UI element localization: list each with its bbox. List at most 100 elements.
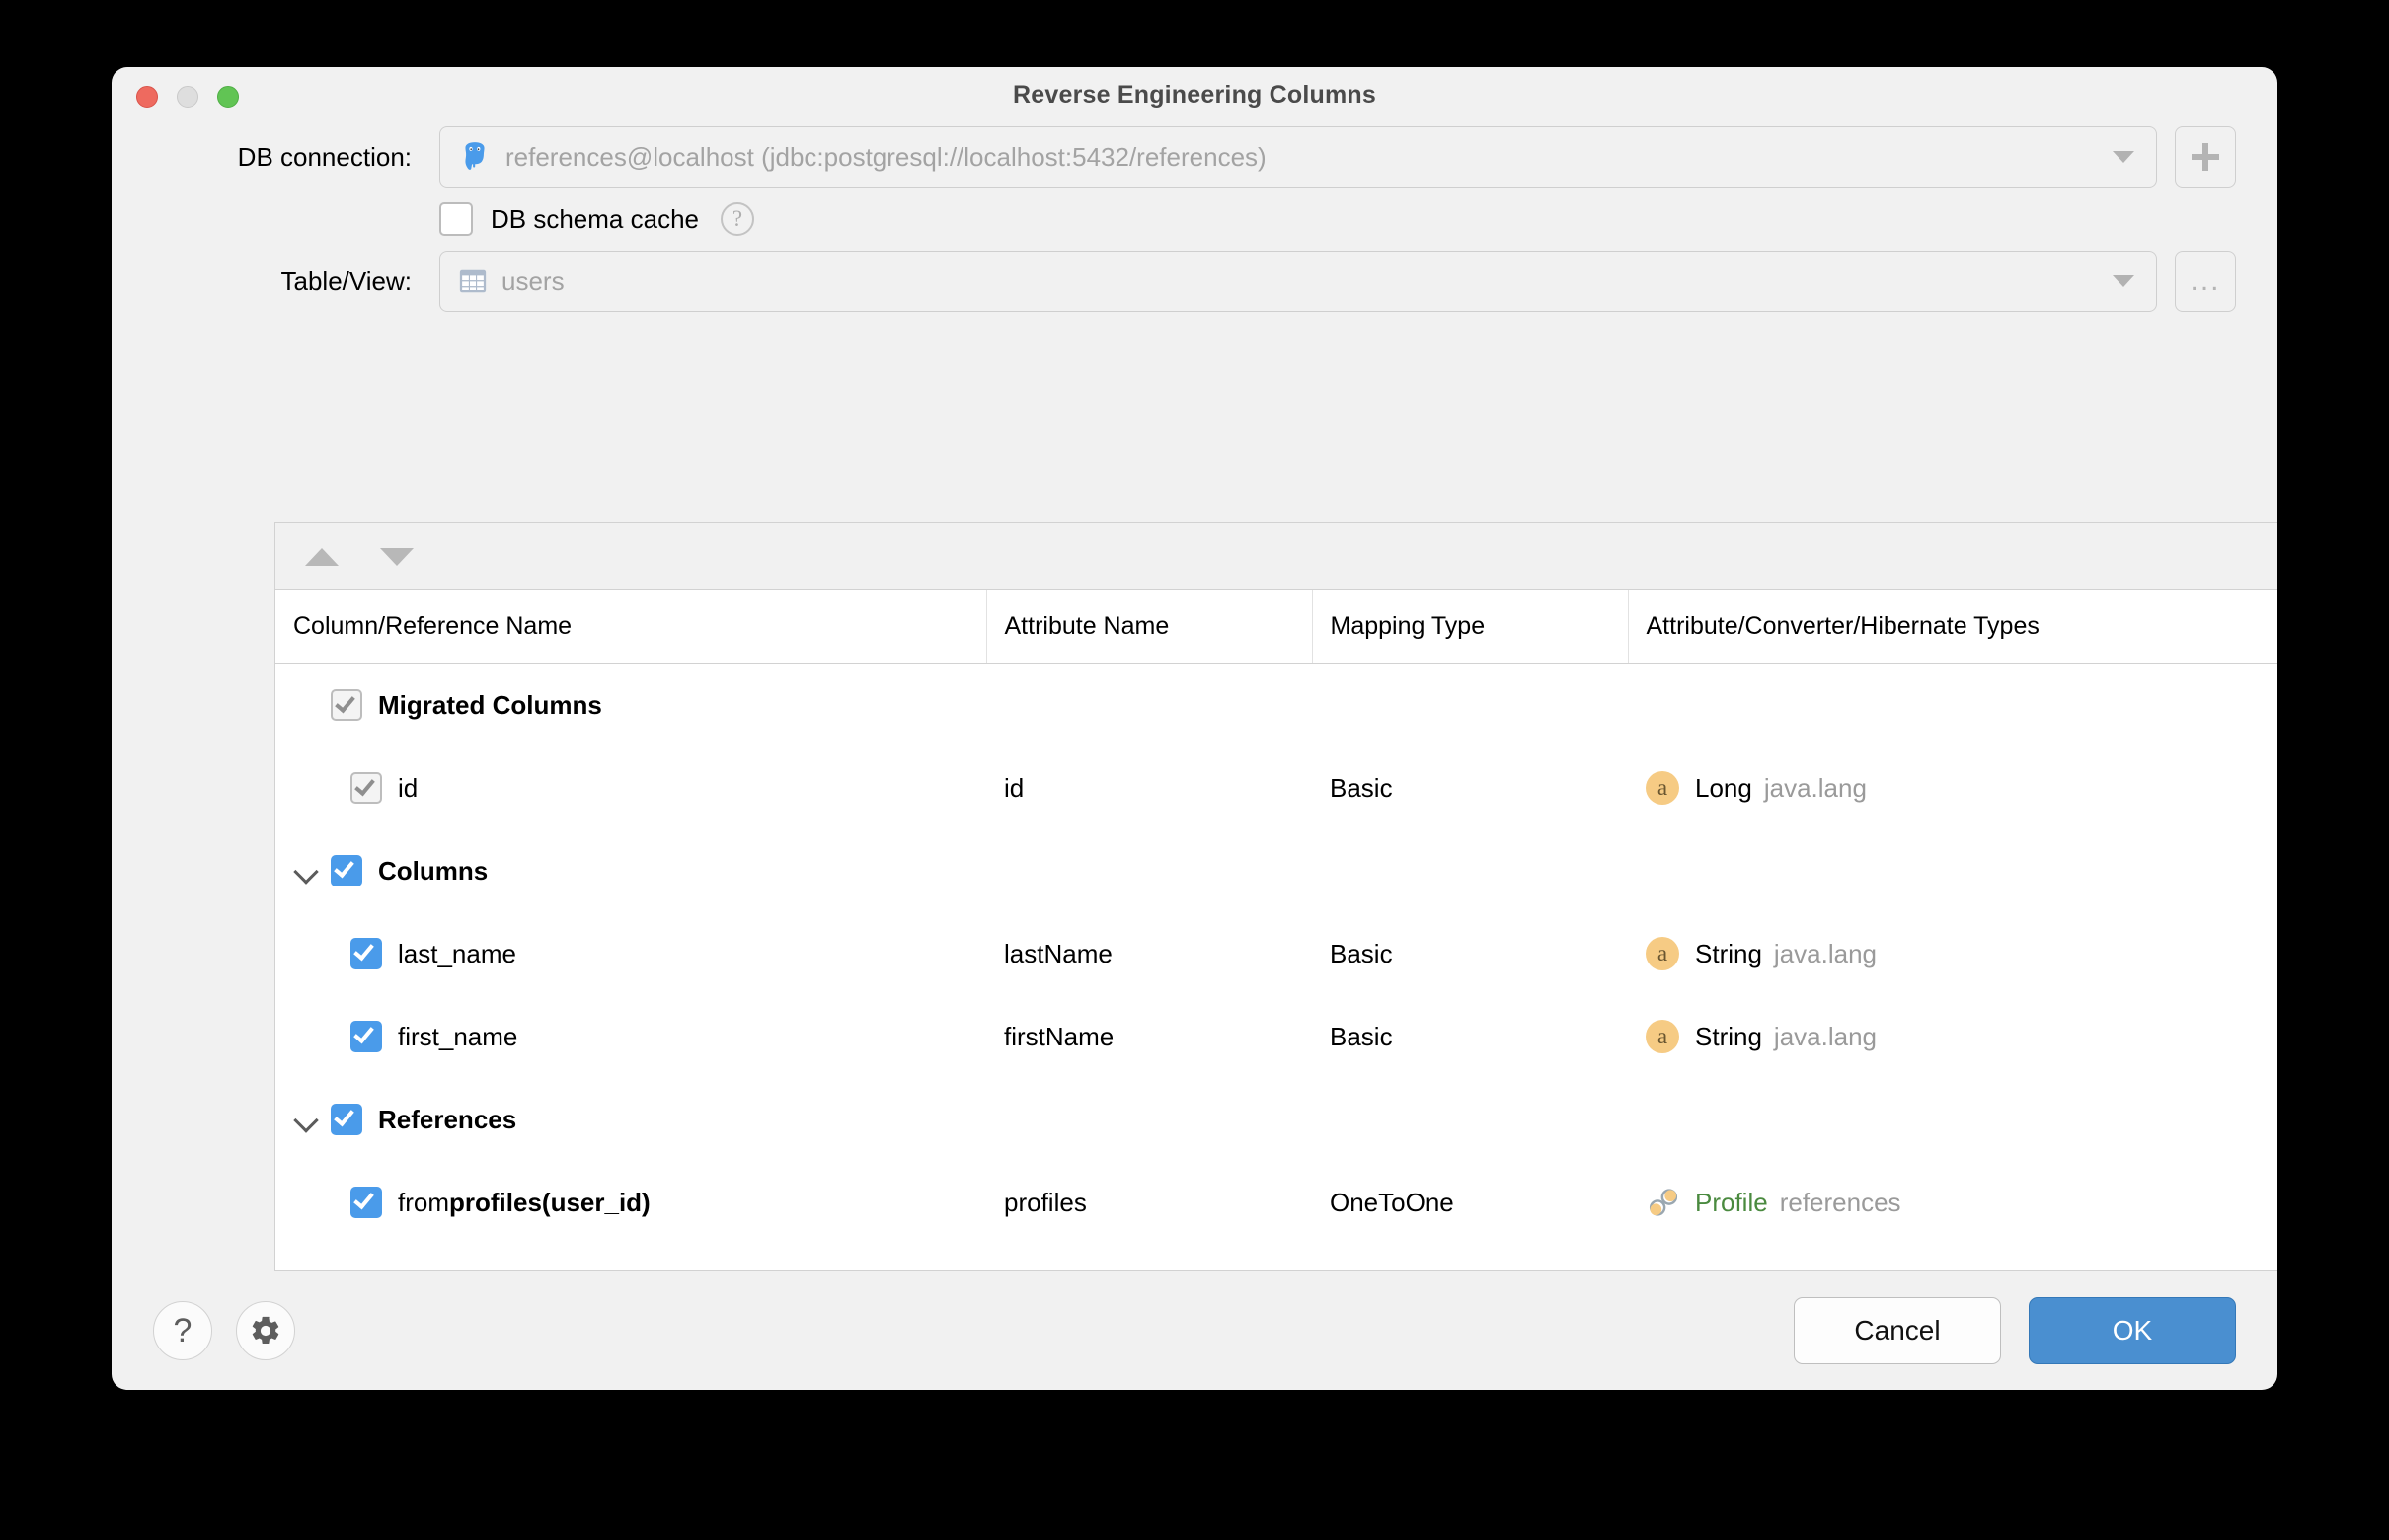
row-name-cell[interactable]: from profiles(user_id): [275, 1161, 986, 1244]
db-schema-cache-help-icon[interactable]: ?: [721, 202, 754, 236]
row-checkbox[interactable]: [331, 1104, 362, 1135]
row-checkbox[interactable]: [331, 855, 362, 886]
row-mapping-cell: Basic: [1312, 912, 1628, 995]
browse-tables-button[interactable]: ...: [2175, 251, 2236, 312]
row-attribute-cell: firstName: [986, 995, 1312, 1078]
table-row[interactable]: id id Basic a Long java.lang: [275, 746, 2277, 829]
grid-header-row: Column/Reference Name Attribute Name Map…: [275, 590, 2277, 663]
row-type-cell: a String java.lang: [1628, 912, 2277, 995]
row-type-name: Long: [1695, 773, 1752, 804]
row-type-package: java.lang: [1774, 1022, 1877, 1052]
columns-grid: Column/Reference Name Attribute Name Map…: [275, 590, 2277, 1244]
table-view-label: Table/View:: [153, 267, 439, 297]
move-up-icon[interactable]: [305, 548, 339, 566]
row-checkbox[interactable]: [350, 938, 382, 969]
row-attribute-cell: [986, 829, 1312, 912]
db-schema-cache-checkbox[interactable]: [439, 202, 473, 236]
row-name-label: Migrated Columns: [378, 690, 602, 721]
reverse-engineering-columns-dialog: Reverse Engineering Columns DB connectio…: [112, 67, 2277, 1390]
db-connection-combobox[interactable]: references@localhost (jdbc:postgresql://…: [439, 126, 2157, 188]
table-row[interactable]: first_name firstName Basic a String java…: [275, 995, 2277, 1078]
columns-table-panel: Column/Reference Name Attribute Name Map…: [274, 522, 2277, 1270]
row-name-cell[interactable]: Columns: [275, 829, 986, 912]
row-type-name: String: [1695, 1022, 1762, 1052]
chevron-down-icon[interactable]: [2113, 275, 2134, 287]
chevron-down-icon[interactable]: [293, 692, 319, 718]
table-row[interactable]: Migrated Columns: [275, 663, 2277, 746]
row-type-cell: a String java.lang: [1628, 995, 2277, 1078]
db-connection-row: DB connection: references@localhost (jdb…: [153, 126, 2236, 188]
row-name-cell[interactable]: Migrated Columns: [275, 663, 986, 746]
table-view-row: Table/View: users ...: [153, 251, 2236, 312]
row-mapping-cell: [1312, 663, 1628, 746]
row-checkbox[interactable]: [350, 1187, 382, 1218]
row-checkbox[interactable]: [350, 1021, 382, 1052]
row-type-name: Profile: [1695, 1188, 1768, 1218]
row-mapping-cell: OneToOne: [1312, 1161, 1628, 1244]
row-type-package: java.lang: [1774, 939, 1877, 969]
row-type-name: String: [1695, 939, 1762, 969]
row-name-cell[interactable]: References: [275, 1078, 986, 1161]
row-type-package: java.lang: [1764, 773, 1867, 804]
row-type-cell: [1628, 663, 2277, 746]
attribute-a-icon: a: [1646, 937, 1679, 970]
table-view-combobox[interactable]: users: [439, 251, 2157, 312]
row-name-label: id: [398, 773, 418, 804]
row-checkbox[interactable]: [331, 689, 362, 721]
row-type-cell: [1628, 829, 2277, 912]
row-name-cell[interactable]: id: [275, 746, 986, 829]
table-grid-icon: [458, 267, 488, 296]
row-attribute-cell: lastName: [986, 912, 1312, 995]
row-name-prefix: from: [398, 1188, 449, 1218]
row-name-label: profiles(user_id): [449, 1188, 651, 1218]
row-attribute-cell: [986, 663, 1312, 746]
ok-button[interactable]: OK: [2029, 1297, 2236, 1364]
row-name-label: first_name: [398, 1022, 517, 1052]
row-checkbox[interactable]: [350, 772, 382, 804]
row-mapping-cell: [1312, 829, 1628, 912]
settings-button[interactable]: [236, 1301, 295, 1360]
attribute-a-icon: a: [1646, 771, 1679, 805]
db-connection-label: DB connection:: [153, 142, 439, 173]
add-connection-button[interactable]: [2175, 126, 2236, 188]
table-row[interactable]: from profiles(user_id) profiles OneToOne: [275, 1161, 2277, 1244]
row-mapping-cell: Basic: [1312, 995, 1628, 1078]
help-button[interactable]: ?: [153, 1301, 212, 1360]
row-attribute-cell: id: [986, 746, 1312, 829]
header-attribute-converter-hibernate-types[interactable]: Attribute/Converter/Hibernate Types: [1628, 590, 2277, 663]
row-name-label: References: [378, 1105, 516, 1135]
question-mark-icon: ?: [174, 1312, 193, 1350]
row-type-cell: [1628, 1078, 2277, 1161]
move-down-icon[interactable]: [380, 548, 414, 566]
row-mapping-cell: Basic: [1312, 746, 1628, 829]
table-row[interactable]: Columns: [275, 829, 2277, 912]
row-name-cell[interactable]: first_name: [275, 995, 986, 1078]
row-type-package: references: [1780, 1188, 1901, 1218]
row-type-cell: a Long java.lang: [1628, 746, 2277, 829]
plus-icon: [2192, 143, 2219, 171]
table-row[interactable]: last_name lastName Basic a String java.l…: [275, 912, 2277, 995]
db-schema-cache-label: DB schema cache: [491, 204, 699, 235]
db-schema-cache-row: DB schema cache ?: [153, 188, 2236, 251]
cancel-button[interactable]: Cancel: [1794, 1297, 2001, 1364]
db-connection-value: references@localhost (jdbc:postgresql://…: [505, 142, 1267, 173]
postgresql-elephant-icon: [458, 140, 492, 174]
row-attribute-cell: profiles: [986, 1161, 1312, 1244]
gear-icon: [249, 1314, 282, 1348]
row-name-cell[interactable]: last_name: [275, 912, 986, 995]
chevron-down-icon[interactable]: [2113, 151, 2134, 163]
header-mapping-type[interactable]: Mapping Type: [1312, 590, 1628, 663]
table-row[interactable]: References: [275, 1078, 2277, 1161]
chevron-down-icon[interactable]: [293, 858, 319, 884]
chevron-down-icon[interactable]: [293, 1107, 319, 1132]
header-column-reference-name[interactable]: Column/Reference Name: [275, 590, 986, 663]
row-name-label: last_name: [398, 939, 516, 969]
header-attribute-name[interactable]: Attribute Name: [986, 590, 1312, 663]
form-area: DB connection: references@localhost (jdb…: [112, 126, 2277, 312]
row-mapping-cell: [1312, 1078, 1628, 1161]
dialog-footer: ? Cancel OK: [112, 1271, 2277, 1390]
window-title: Reverse Engineering Columns: [112, 81, 2277, 110]
entity-association-icon: [1646, 1185, 1681, 1220]
sort-toolbar: [275, 523, 2277, 590]
title-bar: Reverse Engineering Columns: [112, 67, 2277, 126]
